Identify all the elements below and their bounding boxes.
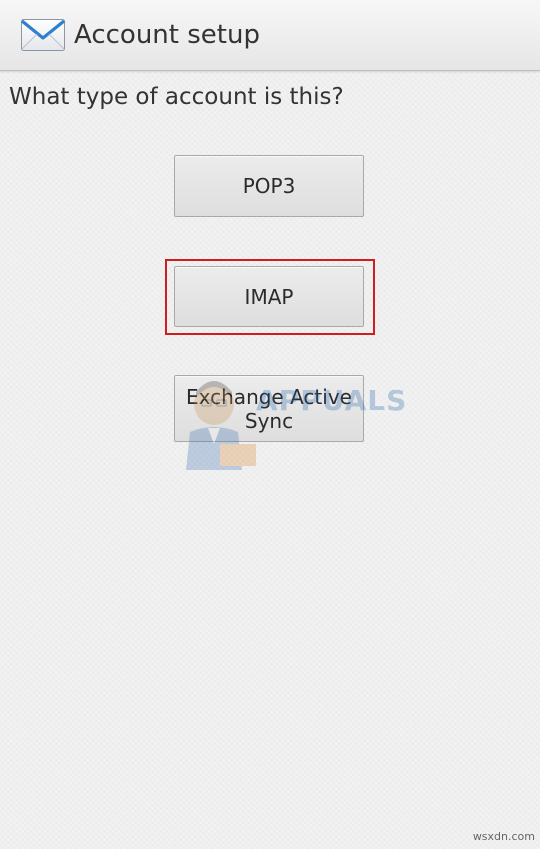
app-title: Account setup xyxy=(74,20,260,50)
pop3-button-label: POP3 xyxy=(242,174,296,198)
footer-watermark: wsxdn.com xyxy=(472,830,535,843)
exchange-active-sync-button[interactable]: Exchange Active Sync xyxy=(174,375,364,442)
action-bar: Account setup xyxy=(0,0,540,71)
account-type-question: What type of account is this? xyxy=(9,84,344,110)
imap-button[interactable]: IMAP xyxy=(174,266,364,327)
imap-button-label: IMAP xyxy=(244,284,294,309)
pop3-button[interactable]: POP3 xyxy=(174,155,364,217)
envelope-icon xyxy=(20,19,66,51)
exchange-active-sync-button-label: Exchange Active Sync xyxy=(186,384,352,433)
